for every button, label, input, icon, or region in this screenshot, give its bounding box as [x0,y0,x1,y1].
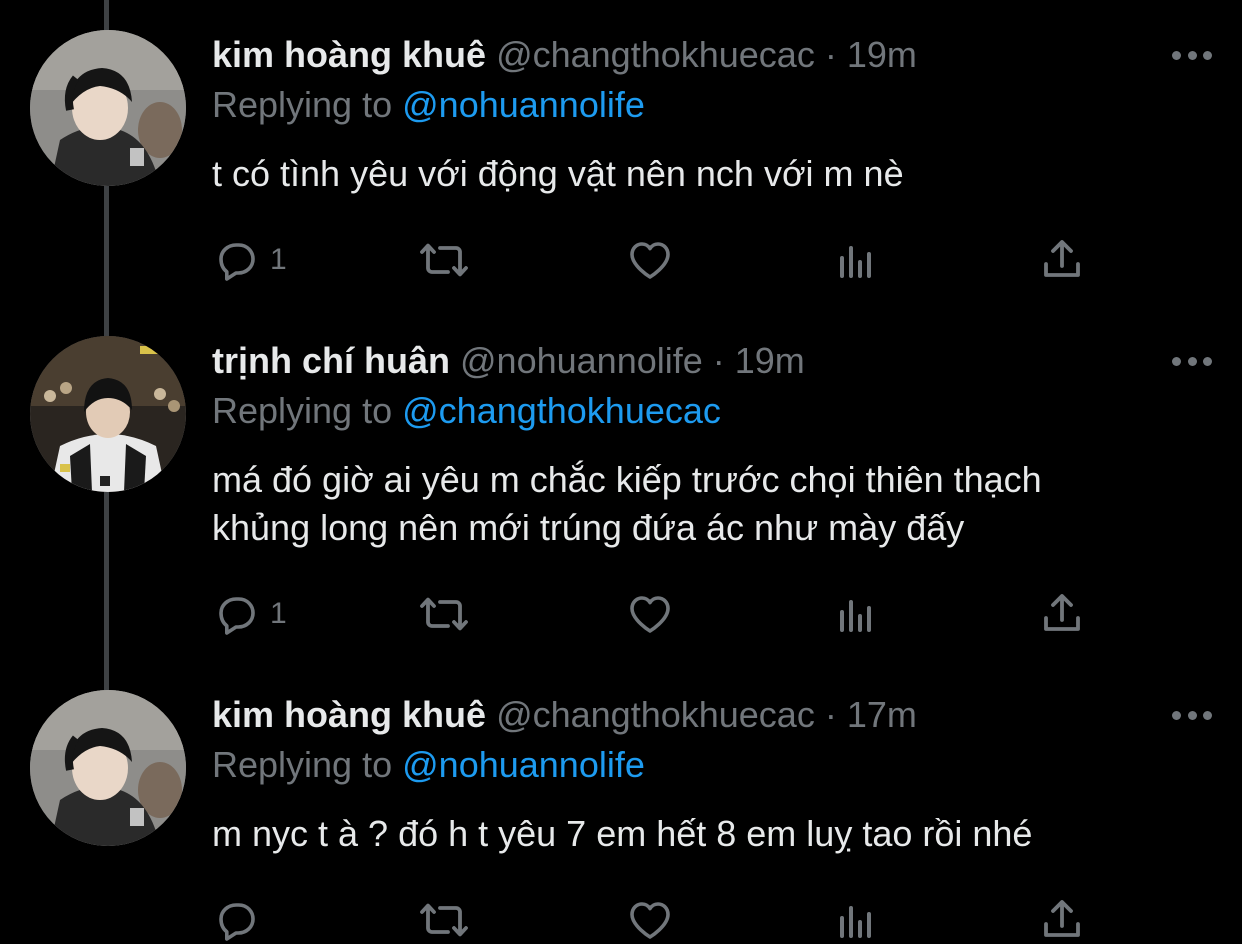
retweet-button[interactable] [418,896,470,944]
like-heart-icon [630,242,670,279]
separator-dot: · [824,34,837,75]
tweet-text: t có tình yêu với động vật nên nch với m… [212,153,904,194]
share-icon [1044,240,1080,277]
tweet[interactable]: trịnh chí huân @nohuannolife · 19m Replyin… [0,336,1242,666]
retweet-icon [420,597,468,631]
conversation-thread: kim hoàng khuê @changthokhuecac · 19m Repl… [0,0,1242,944]
reply-icon [219,597,255,635]
replying-to-mention[interactable]: @changthokhuecac [402,390,721,431]
tweet-text-line: má đó giờ ai yêu m chắc kiếp trước chọi … [212,459,1042,500]
tweet-actions: 1 [212,236,1112,284]
avatar-photo [30,30,186,186]
analytics-icon [840,246,871,278]
more-options-icon[interactable] [1172,348,1212,374]
tweet-actions [212,896,1112,944]
reply-button[interactable]: 1 [212,236,287,284]
avatar[interactable] [30,336,186,492]
more-options-icon[interactable] [1172,42,1212,68]
timestamp[interactable]: 19m [847,34,917,75]
replying-to: Replying to @nohuannolife [212,742,645,788]
avatar-photo [30,336,186,492]
separator-dot: · [712,340,725,381]
avatar[interactable] [30,690,186,846]
display-name[interactable]: kim hoàng khuê [212,34,486,75]
share-button[interactable] [1038,590,1086,638]
user-handle[interactable]: @changthokhuecac [496,34,815,75]
replying-to-mention[interactable]: @nohuannolife [402,744,645,785]
views-button[interactable] [832,896,880,944]
analytics-icon [840,906,871,938]
avatar-photo [30,690,186,846]
analytics-icon [840,600,871,632]
replying-to-mention[interactable]: @nohuannolife [402,84,645,125]
retweet-icon [420,243,468,277]
reply-button[interactable]: 1 [212,590,287,638]
reply-icon [219,243,255,281]
tweet-actions: 1 [212,590,1112,638]
views-button[interactable] [832,236,880,284]
reply-count: 1 [270,243,287,276]
like-button[interactable] [626,590,674,638]
user-handle[interactable]: @changthokhuecac [496,694,815,735]
reply-button[interactable] [212,896,270,944]
display-name[interactable]: trịnh chí huân [212,340,450,381]
share-button[interactable] [1038,236,1086,284]
tweet-text: má đó giờ ai yêu m chắc kiếp trước chọi … [212,456,1202,552]
like-button[interactable] [626,896,674,944]
share-button[interactable] [1038,896,1086,944]
replying-to-label: Replying to [212,390,393,431]
like-button[interactable] [626,236,674,284]
tweet-text-line: khủng long nên mới trúng đứa ác như mày … [212,507,965,548]
replying-to: Replying to @changthokhuecac [212,388,721,434]
share-icon [1044,594,1080,631]
retweet-button[interactable] [418,236,470,284]
reply-icon [219,903,255,941]
display-name[interactable]: kim hoàng khuê [212,694,486,735]
timestamp[interactable]: 17m [847,694,917,735]
tweet-text: m nyc t à ? đó h t yêu 7 em hết 8 em luỵ… [212,813,1033,854]
timestamp[interactable]: 19m [735,340,805,381]
separator-dot: · [824,694,837,735]
tweet-header: trịnh chí huân @nohuannolife · 19m [212,336,805,386]
share-icon [1044,900,1080,937]
tweet-header: kim hoàng khuê @changthokhuecac · 17m [212,690,917,740]
views-button[interactable] [832,590,880,638]
retweet-button[interactable] [418,590,470,638]
retweet-icon [420,903,468,937]
tweet[interactable]: kim hoàng khuê @changthokhuecac · 19m Repl… [0,30,1242,330]
like-heart-icon [630,596,670,633]
replying-to: Replying to @nohuannolife [212,82,645,128]
replying-to-label: Replying to [212,744,393,785]
replying-to-label: Replying to [212,84,393,125]
like-heart-icon [630,902,670,939]
tweet[interactable]: kim hoàng khuê @changthokhuecac · 17m Repl… [0,690,1242,944]
reply-count: 1 [270,597,287,630]
thread-line [104,0,109,32]
tweet-header: kim hoàng khuê @changthokhuecac · 19m [212,30,917,80]
avatar[interactable] [30,30,186,186]
user-handle[interactable]: @nohuannolife [460,340,703,381]
more-options-icon[interactable] [1172,702,1212,728]
